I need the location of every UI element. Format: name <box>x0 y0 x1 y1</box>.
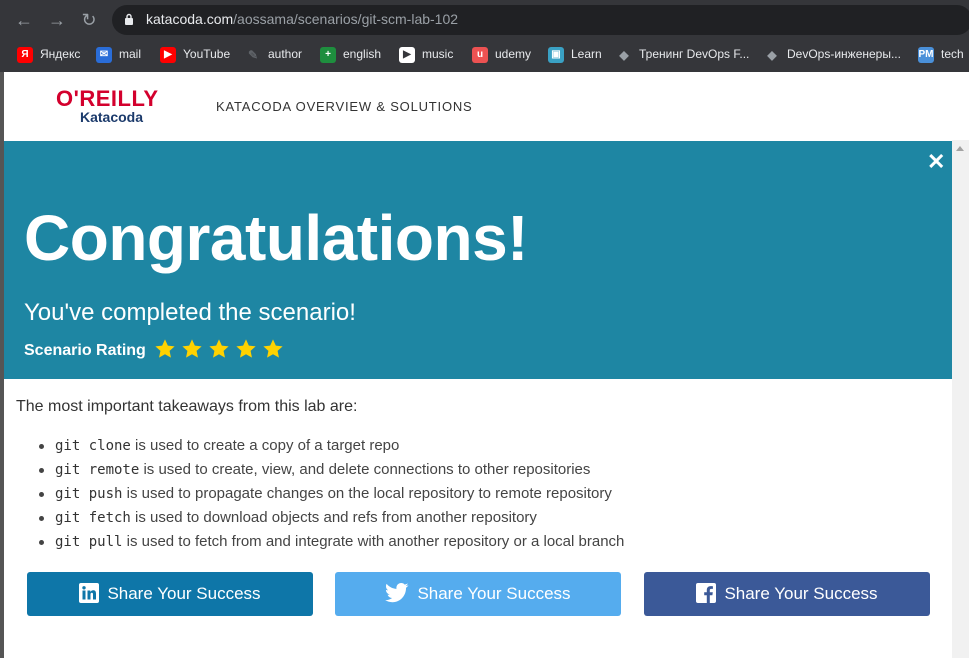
takeaway-command: git pull <box>55 534 123 550</box>
takeaway-item: git pull is used to fetch from and integ… <box>36 530 624 554</box>
katacoda-logo[interactable]: Katacoda <box>80 109 143 125</box>
banner-subtitle: You've completed the scenario! <box>24 299 356 326</box>
url-path: /aossama/scenarios/git-scm-lab-102 <box>233 11 459 27</box>
bookmark-1[interactable]: Я Яндекс <box>17 44 80 64</box>
share-facebook-button[interactable]: Share Your Success <box>644 572 930 616</box>
scroll-up-arrow-icon[interactable] <box>956 146 964 151</box>
bookmark-10[interactable]: ◆ DevOps-инженеры... <box>764 44 901 64</box>
congratulations-banner: ✕ Congratulations! You've completed the … <box>4 141 952 379</box>
bookmark-label: Яндекс <box>40 47 81 61</box>
music-icon: ▶ <box>399 46 415 63</box>
bookmark-8[interactable]: ▣ Learn <box>548 44 602 64</box>
url-host: katacoda.com <box>146 11 234 27</box>
bookmark-label: Learn <box>571 47 602 61</box>
twitter-icon <box>385 582 409 602</box>
takeaway-item: git clone is used to create a copy of a … <box>36 434 624 458</box>
lock-icon <box>125 13 133 25</box>
bookmark-label: mail <box>119 47 142 61</box>
site-header: O'REILLY Katacoda KATACODA OVERVIEW & SO… <box>4 72 956 140</box>
bookmark-5[interactable]: + english <box>320 44 381 64</box>
takeaways-list: git clone is used to create a copy of a … <box>36 434 624 554</box>
page: O'REILLY Katacoda KATACODA OVERVIEW & SO… <box>0 72 969 658</box>
takeaway-item: git remote is used to create, view, and … <box>36 458 624 482</box>
bookmark-label: DevOps-инженеры... <box>787 47 901 61</box>
takeaway-text: is used to fetch from and integrate with… <box>122 533 625 550</box>
takeaway-command: git remote <box>55 462 140 478</box>
takeaway-item: git push is used to propagate changes on… <box>36 482 624 506</box>
bookmarks-bar: Я Яндекс ✉ mail ▶ YouTube ✎ author + english ▶ musi… <box>0 40 969 68</box>
banner-title: Congratulations! <box>24 202 528 274</box>
takeaway-text: is used to download objects and refs fro… <box>130 509 537 526</box>
share-linkedin-label: Share Your Success <box>107 584 261 603</box>
share-facebook-label: Share Your Success <box>724 584 878 603</box>
scrollbar[interactable] <box>952 140 969 658</box>
takeaway-item: git fetch is used to download objects an… <box>36 506 624 530</box>
author-icon: ✎ <box>247 47 259 62</box>
bookmark-label: udemy <box>495 47 532 61</box>
takeaway-command: git clone <box>55 438 131 454</box>
star-icon[interactable] <box>208 338 230 360</box>
bookmark-4[interactable]: ✎ author <box>245 44 302 64</box>
browser-nav-row: ← → ↻ katacoda.com/aossama/scenarios/git… <box>0 0 969 40</box>
pm-icon: PM <box>918 46 934 63</box>
browser-chrome: ← → ↻ katacoda.com/aossama/scenarios/git… <box>0 0 969 72</box>
url-text: katacoda.com/aossama/scenarios/git-scm-l… <box>146 11 458 27</box>
star-rating[interactable] <box>154 338 289 365</box>
graduation-cap-icon: ◆ <box>619 47 629 62</box>
share-twitter-button[interactable]: Share Your Success <box>335 572 621 616</box>
sheets-icon: + <box>320 46 336 63</box>
star-icon[interactable] <box>154 338 176 360</box>
mail-icon: ✉ <box>96 46 112 63</box>
back-arrow-icon[interactable]: ← <box>14 9 34 31</box>
close-icon[interactable]: ✕ <box>927 149 945 175</box>
takeaway-text: is used to propagate changes on the loca… <box>122 485 612 502</box>
bookmark-7[interactable]: u udemy <box>472 44 531 64</box>
bookmark-9[interactable]: ◆ Тренинг DevOps F... <box>616 44 749 64</box>
bookmark-3[interactable]: ▶ YouTube <box>160 44 230 64</box>
takeaway-text: is used to create a copy of a target rep… <box>130 437 400 454</box>
yandex-icon: Я <box>17 46 33 63</box>
takeaways-intro: The most important takeaways from this l… <box>16 398 358 415</box>
star-icon[interactable] <box>235 338 257 360</box>
takeaway-text: is used to create, view, and delete conn… <box>139 461 591 478</box>
star-icon[interactable] <box>262 338 284 360</box>
takeaway-command: git fetch <box>55 510 131 526</box>
bookmark-label: tech <box>941 47 964 61</box>
bookmark-6[interactable]: ▶ music <box>399 44 453 64</box>
scenario-summary: The most important takeaways from this l… <box>16 398 946 550</box>
facebook-icon <box>696 582 717 603</box>
youtube-icon: ▶ <box>160 46 176 63</box>
learn-icon: ▣ <box>548 46 564 63</box>
bookmark-11[interactable]: PM tech <box>918 44 964 64</box>
address-bar[interactable]: katacoda.com/aossama/scenarios/git-scm-l… <box>112 5 969 35</box>
rating-label: Scenario Rating <box>24 342 146 359</box>
forward-arrow-icon[interactable]: → <box>47 9 67 31</box>
takeaway-command: git push <box>55 486 123 502</box>
bookmark-label: music <box>422 47 454 61</box>
share-linkedin-button[interactable]: Share Your Success <box>27 572 313 616</box>
bookmark-label: english <box>343 47 382 61</box>
linkedin-icon <box>79 582 100 603</box>
star-icon[interactable] <box>181 338 203 360</box>
bookmark-label: Тренинг DevOps F... <box>639 47 750 61</box>
bookmark-2[interactable]: ✉ mail <box>96 44 141 64</box>
graduation-cap-icon: ◆ <box>767 47 777 62</box>
overview-solutions-link[interactable]: KATACODA OVERVIEW & SOLUTIONS <box>216 99 473 114</box>
reload-icon[interactable]: ↻ <box>79 9 99 31</box>
bookmark-label: author <box>268 47 303 61</box>
udemy-icon: u <box>472 46 488 63</box>
bookmark-label: YouTube <box>183 47 231 61</box>
share-twitter-label: Share Your Success <box>417 584 571 603</box>
